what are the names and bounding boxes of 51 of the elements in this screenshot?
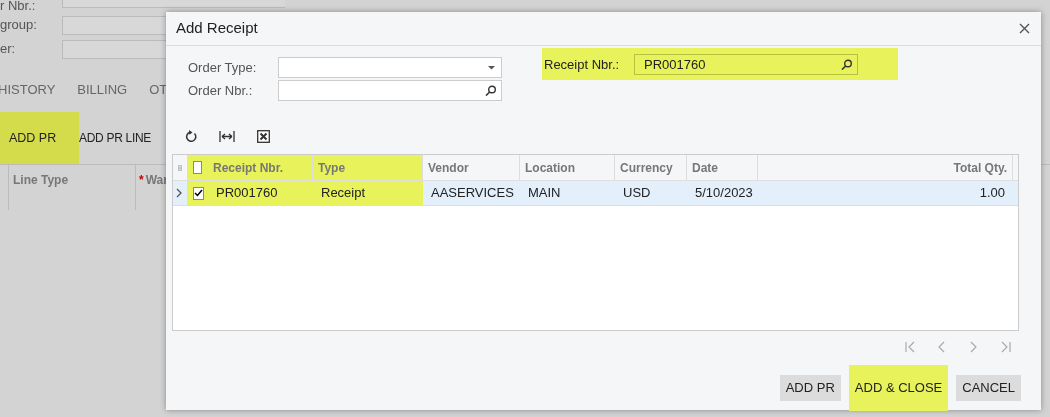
checkbox[interactable] xyxy=(193,186,204,200)
dialog-title: Add Receipt xyxy=(176,18,258,39)
toolbar-button[interactable]: ADD PR xyxy=(0,112,79,164)
column-header[interactable]: Location xyxy=(520,155,615,181)
field-label: er: xyxy=(0,40,17,59)
table-cell: PR001760 xyxy=(208,181,313,206)
input-field[interactable] xyxy=(62,39,166,59)
first-page-icon[interactable] xyxy=(905,341,915,354)
table-cell-text: 1.00 xyxy=(978,184,1006,203)
input-field[interactable]: PR001760 xyxy=(634,54,858,75)
table-cell-text: USD xyxy=(622,184,652,203)
refresh-icon[interactable] xyxy=(185,130,197,144)
table-cell: Receipt xyxy=(313,181,423,206)
previous-page-icon[interactable] xyxy=(937,341,947,354)
column-header: War xyxy=(145,173,168,187)
fit-width-icon[interactable] xyxy=(219,130,235,144)
field-label: group: xyxy=(0,16,38,35)
search-icon[interactable] xyxy=(485,85,496,97)
dialog-button[interactable]: ADD PR xyxy=(779,375,841,401)
field-label: Order Nbr.: xyxy=(188,82,254,101)
column-header[interactable]: Receipt Nbr. xyxy=(208,155,313,181)
checkbox[interactable] xyxy=(193,161,202,175)
search-icon[interactable] xyxy=(841,59,852,70)
next-page-icon[interactable] xyxy=(969,341,979,354)
field-value: PR001760 xyxy=(644,55,706,74)
required-mark: * xyxy=(139,173,144,187)
field-label: Order Type: xyxy=(188,59,258,78)
column-header[interactable]: Date xyxy=(687,155,758,181)
column-header[interactable]: Type xyxy=(313,155,423,181)
chevron-right-icon[interactable] xyxy=(176,188,182,199)
input-field[interactable] xyxy=(278,57,502,79)
tab[interactable]: BILLING xyxy=(77,80,128,104)
column-header[interactable]: Currency xyxy=(615,155,687,181)
toolbar-button[interactable]: ADD PR LINE xyxy=(79,112,152,164)
tab[interactable]: OT xyxy=(149,80,168,104)
column-header: Line Type xyxy=(13,173,69,187)
dialog-button[interactable]: ADD & CLOSE xyxy=(848,365,949,411)
table-cell-text: AASERVICES xyxy=(430,184,515,203)
close-icon[interactable] xyxy=(1018,22,1031,36)
column-header[interactable]: Total Qty. xyxy=(758,155,1013,181)
input-field[interactable] xyxy=(62,15,166,35)
field-label: r Nbr.: xyxy=(0,0,37,12)
last-page-icon[interactable] xyxy=(1001,341,1011,354)
excel-icon[interactable] xyxy=(257,130,270,144)
dialog-button[interactable]: CANCEL xyxy=(956,375,1021,401)
field-label: Receipt Nbr.: xyxy=(544,55,621,74)
table-cell-text: MAIN xyxy=(527,184,562,203)
table-cell-text: 5/10/2023 xyxy=(694,184,754,203)
caret-icon[interactable] xyxy=(487,65,496,71)
column-header[interactable]: Vendor xyxy=(423,155,520,181)
input-field[interactable] xyxy=(278,80,502,102)
